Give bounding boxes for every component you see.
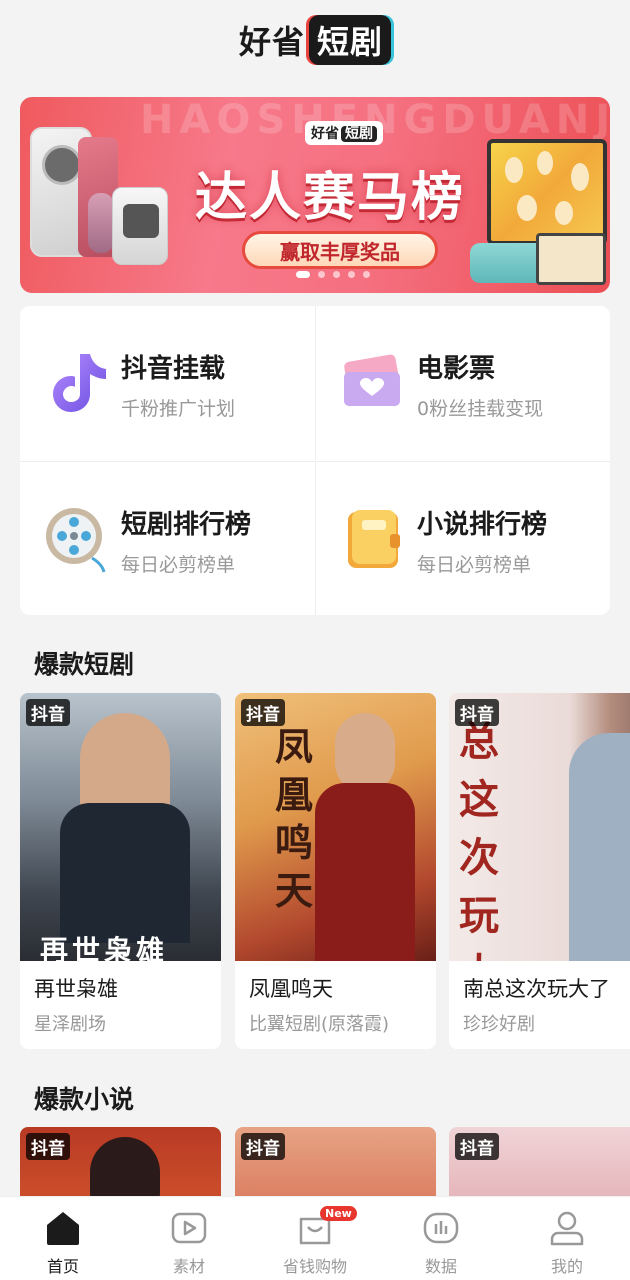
app-logo: 好省 短剧 bbox=[238, 15, 392, 65]
tab-materials[interactable]: 素材 bbox=[126, 1197, 252, 1280]
drama-poster: 凤凰鸣天 bbox=[235, 693, 436, 961]
tab-home[interactable]: 首页 bbox=[0, 1197, 126, 1280]
new-badge: New bbox=[320, 1206, 357, 1221]
drama-title: 南总这次玩大了 bbox=[463, 977, 610, 1001]
section-title-novel: 爆款小说 bbox=[34, 1085, 135, 1114]
drama-card[interactable]: 再世枭雄 抖音 再世枭雄 星泽剧场 bbox=[20, 693, 221, 1049]
tab-label: 数据 bbox=[424, 1257, 457, 1276]
gift-image bbox=[536, 233, 606, 285]
platform-tag: 抖音 bbox=[241, 699, 285, 726]
banner-brand-tag: 好省 短剧 bbox=[305, 121, 383, 145]
carousel-dot[interactable] bbox=[296, 271, 310, 278]
drama-poster: 再世枭雄 bbox=[20, 693, 221, 961]
logo-text: 好省 bbox=[238, 23, 305, 61]
drama-card[interactable]: 总这次玩大 抖音 南总这次玩大了 珍珍好剧 bbox=[449, 693, 630, 1049]
book-icon bbox=[348, 510, 400, 568]
menu-title: 电影票 bbox=[417, 354, 496, 384]
carousel-dot[interactable] bbox=[318, 271, 325, 278]
drama-title: 凤凰鸣天 bbox=[249, 977, 333, 1001]
tab-data[interactable]: 数据 bbox=[378, 1197, 504, 1280]
platform-tag: 抖音 bbox=[241, 1133, 285, 1160]
tab-mine[interactable]: 我的 bbox=[504, 1197, 630, 1280]
menu-subtitle: 千粉推广计划 bbox=[121, 398, 236, 420]
menu-item-drama-ranking[interactable]: 短剧排行榜 每日必剪榜单 bbox=[20, 461, 315, 615]
tab-label: 素材 bbox=[172, 1257, 205, 1276]
novel-list[interactable]: 抖音 抖音 抖音 bbox=[20, 1127, 630, 1207]
menu-title: 短剧排行榜 bbox=[121, 510, 252, 540]
menu-title: 抖音挂载 bbox=[121, 354, 226, 384]
douyin-icon bbox=[53, 354, 106, 412]
tv-image bbox=[487, 139, 607, 245]
movie-ticket-icon bbox=[344, 354, 400, 406]
drama-poster: 总这次玩大 bbox=[449, 693, 630, 961]
bottom-tab-bar: 首页 素材 New 省钱购物 数据 我的 bbox=[0, 1196, 630, 1280]
menu-item-novel-ranking[interactable]: 小说排行榜 每日必剪榜单 bbox=[315, 461, 610, 615]
bar-chart-icon bbox=[423, 1212, 459, 1244]
feature-menu: 抖音挂载 千粉推广计划 电影票 0粉丝挂载变现 短剧排行榜 每日必剪榜单 小说排… bbox=[20, 306, 610, 615]
user-icon bbox=[550, 1211, 584, 1246]
platform-tag: 抖音 bbox=[26, 1133, 70, 1160]
air-fryer-image bbox=[112, 187, 168, 265]
menu-item-movie-ticket[interactable]: 电影票 0粉丝挂载变现 bbox=[315, 306, 610, 460]
video-play-icon bbox=[171, 1212, 207, 1244]
tab-label: 省钱购物 bbox=[282, 1257, 347, 1276]
platform-tag: 抖音 bbox=[455, 1133, 499, 1160]
drama-studio: 比翼短剧(原落霞) bbox=[249, 1014, 390, 1035]
drama-list[interactable]: 再世枭雄 抖音 再世枭雄 星泽剧场 凤凰鸣天 抖音 凤凰鸣天 比翼短剧(原落霞)… bbox=[20, 693, 630, 1049]
carousel-indicator bbox=[296, 271, 370, 278]
menu-title: 小说排行榜 bbox=[417, 510, 548, 540]
novel-card[interactable]: 抖音 bbox=[449, 1127, 630, 1207]
logo-box-text: 短剧 bbox=[309, 15, 392, 65]
tab-label: 我的 bbox=[550, 1257, 583, 1276]
novel-card[interactable]: 抖音 bbox=[235, 1127, 436, 1207]
hairdryer-image bbox=[88, 193, 114, 253]
tab-label: 首页 bbox=[46, 1257, 79, 1276]
menu-subtitle: 每日必剪榜单 bbox=[121, 554, 236, 576]
tab-shopping[interactable]: New 省钱购物 bbox=[252, 1197, 378, 1280]
menu-item-douyin[interactable]: 抖音挂载 千粉推广计划 bbox=[20, 306, 315, 460]
poster-title: 凤凰鸣天 bbox=[275, 725, 314, 913]
menu-subtitle: 0粉丝挂载变现 bbox=[417, 398, 544, 420]
carousel-dot[interactable] bbox=[333, 271, 340, 278]
platform-tag: 抖音 bbox=[455, 699, 499, 726]
drama-title: 再世枭雄 bbox=[34, 977, 118, 1001]
carousel-dot[interactable] bbox=[363, 271, 370, 278]
banner-cta-button[interactable]: 赢取丰厚奖品 bbox=[242, 231, 438, 269]
drama-studio: 珍珍好剧 bbox=[463, 1014, 535, 1035]
promo-banner[interactable]: HAOSHENGDUANJU 好省 短剧 达人赛马榜 赢取丰厚奖品 bbox=[20, 97, 610, 293]
poster-title: 总这次玩大 bbox=[459, 719, 499, 961]
drama-card[interactable]: 凤凰鸣天 抖音 凤凰鸣天 比翼短剧(原落霞) bbox=[235, 693, 436, 1049]
film-reel-icon bbox=[46, 508, 106, 573]
app-header: 好省 短剧 bbox=[0, 0, 630, 80]
platform-tag: 抖音 bbox=[26, 699, 70, 726]
carousel-dot[interactable] bbox=[348, 271, 355, 278]
poster-title: 再世枭雄 bbox=[40, 934, 169, 961]
section-title-drama: 爆款短剧 bbox=[34, 650, 135, 679]
drama-studio: 星泽剧场 bbox=[34, 1014, 106, 1035]
banner-title: 达人赛马榜 bbox=[194, 168, 465, 228]
novel-card[interactable]: 抖音 bbox=[20, 1127, 221, 1207]
menu-subtitle: 每日必剪榜单 bbox=[417, 554, 532, 576]
home-icon bbox=[47, 1212, 79, 1245]
